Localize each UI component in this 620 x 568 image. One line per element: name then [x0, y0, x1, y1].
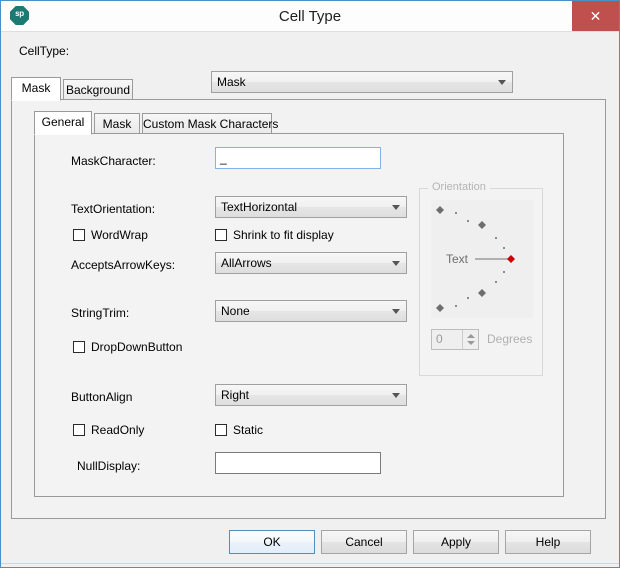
tab-background[interactable]: Background	[63, 79, 133, 101]
acceptsarrowkeys-label: AcceptsArrowKeys:	[71, 258, 176, 272]
checkbox-box	[73, 424, 85, 436]
buttonalign-dropdown[interactable]: Right	[215, 384, 407, 406]
svg-text:Text: Text	[446, 252, 469, 266]
textorientation-dropdown[interactable]: TextHorizontal	[215, 196, 407, 218]
dropdownbutton-checkbox[interactable]: DropDownButton	[73, 340, 182, 354]
outer-tabstrip: Mask Background	[11, 77, 606, 101]
apply-button[interactable]: Apply	[413, 530, 499, 554]
dialog-button-bar: OK Cancel Apply Help	[1, 526, 619, 567]
wordwrap-label: WordWrap	[91, 228, 148, 242]
chevron-down-icon	[392, 393, 400, 398]
checkbox-box	[73, 229, 85, 241]
cell-type-dialog: sp Cell Type ✕ CellType: Mask Mask Backg…	[0, 0, 620, 568]
nulldisplay-label: NullDisplay:	[77, 459, 141, 473]
inner-tabstrip: General Mask Custom Mask Characters	[34, 111, 584, 135]
maskcharacter-input[interactable]: _	[215, 147, 381, 169]
stringtrim-value: None	[221, 304, 250, 318]
window-title: Cell Type	[278, 8, 342, 25]
orientation-legend: Orientation	[428, 181, 490, 193]
ok-button[interactable]: OK	[229, 530, 315, 554]
shrink-to-fit-label: Shrink to fit display	[233, 228, 334, 242]
dialog-client-area: CellType: Mask Mask Background General M…	[1, 32, 619, 567]
help-button[interactable]: Help	[505, 530, 591, 554]
orientation-group: Orientation Text 0 Degrees	[419, 181, 543, 376]
textorientation-value: TextHorizontal	[221, 200, 298, 214]
stringtrim-label: StringTrim:	[71, 306, 130, 320]
maskcharacter-label: MaskCharacter:	[71, 154, 156, 168]
readonly-label: ReadOnly	[91, 423, 145, 437]
static-checkbox[interactable]: Static	[215, 423, 263, 437]
degrees-value: 0	[436, 332, 443, 346]
dropdownbutton-label: DropDownButton	[91, 340, 183, 354]
buttonalign-value: Right	[221, 388, 250, 402]
readonly-checkbox[interactable]: ReadOnly	[73, 423, 144, 437]
checkbox-box	[73, 341, 85, 353]
cancel-button[interactable]: Cancel	[321, 530, 407, 554]
outer-tab-panel: General Mask Custom Mask Characters Mask…	[11, 99, 606, 519]
static-label: Static	[233, 423, 264, 437]
orientation-preview[interactable]: Text	[431, 200, 533, 318]
tab-inner-mask[interactable]: Mask	[94, 113, 140, 135]
checkbox-box	[215, 424, 227, 436]
textorientation-label: TextOrientation:	[71, 202, 156, 216]
checkbox-box	[215, 229, 227, 241]
degrees-stepper[interactable]	[462, 330, 478, 349]
acceptsarrowkeys-value: AllArrows	[221, 256, 272, 270]
degrees-label: Degrees	[487, 332, 533, 346]
tab-general[interactable]: General	[34, 111, 92, 135]
degrees-spinner[interactable]: 0	[431, 329, 479, 350]
stringtrim-dropdown[interactable]: None	[215, 300, 407, 322]
chevron-down-icon	[392, 309, 400, 314]
title-bar: sp Cell Type ✕	[1, 1, 619, 32]
shrink-to-fit-checkbox[interactable]: Shrink to fit display	[215, 228, 334, 242]
tab-mask[interactable]: Mask	[11, 77, 61, 101]
chevron-down-icon	[392, 205, 400, 210]
acceptsarrowkeys-dropdown[interactable]: AllArrows	[215, 252, 407, 274]
buttonalign-label: ButtonAlign	[71, 390, 133, 404]
tab-custom-mask-characters[interactable]: Custom Mask Characters	[142, 113, 278, 135]
close-icon[interactable]: ✕	[572, 1, 619, 31]
celltype-label: CellType:	[19, 44, 70, 58]
chevron-down-icon	[392, 261, 400, 266]
general-tab-panel: MaskCharacter: _ TextOrientation: TextHo…	[34, 133, 564, 497]
stepper-down-icon[interactable]	[467, 341, 475, 345]
dialog-bottom-edge	[1, 563, 619, 567]
nulldisplay-input[interactable]	[215, 452, 381, 474]
wordwrap-checkbox[interactable]: WordWrap	[73, 228, 148, 242]
stepper-up-icon[interactable]	[467, 334, 475, 338]
